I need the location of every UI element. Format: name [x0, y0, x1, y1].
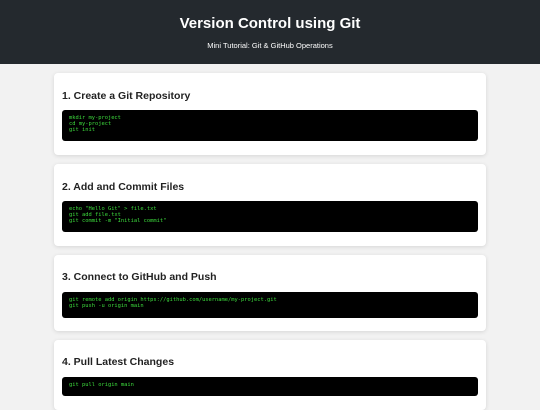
code-block: mkdir my-project cd my-project git init: [62, 110, 478, 141]
step-card-create-repo: 1. Create a Git Repository mkdir my-proj…: [54, 73, 486, 155]
step-title: 1. Create a Git Repository: [62, 90, 191, 102]
code-line: git pull origin main: [69, 382, 134, 388]
code-block: git remote add origin https://github.com…: [62, 292, 478, 318]
code-line: git init: [69, 127, 95, 133]
step-title: 3. Connect to GitHub and Push: [62, 271, 217, 283]
code-block: git pull origin main: [62, 377, 478, 396]
page-header: Version Control using Git Mini Tutorial:…: [0, 0, 540, 64]
code-line: git commit -m "Initial commit": [69, 218, 167, 224]
step-title: 2. Add and Commit Files: [62, 181, 185, 193]
step-title: 4. Pull Latest Changes: [62, 356, 175, 368]
step-card-pull: 4. Pull Latest Changes git pull origin m…: [54, 340, 486, 410]
step-card-connect-push: 3. Connect to GitHub and Push git remote…: [54, 255, 486, 331]
page-subtitle: Mini Tutorial: Git & GitHub Operations: [207, 41, 333, 50]
page-title: Version Control using Git: [179, 15, 361, 32]
code-line: git push -u origin main: [69, 303, 144, 309]
code-block: echo "Hello Git" > file.txt git add file…: [62, 201, 478, 232]
step-card-add-commit: 2. Add and Commit Files echo "Hello Git"…: [54, 164, 486, 246]
